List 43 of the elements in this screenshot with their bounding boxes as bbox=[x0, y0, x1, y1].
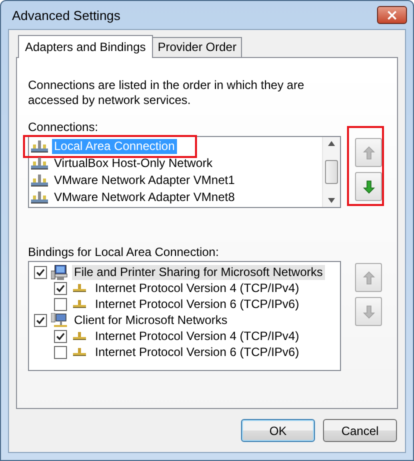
checkbox[interactable] bbox=[54, 346, 67, 358]
arrow-up-icon bbox=[362, 270, 374, 284]
protocol-icon bbox=[73, 284, 86, 292]
arrow-down-icon bbox=[362, 180, 374, 194]
binding-item[interactable]: Internet Protocol Version 4 (TCP/IPv4) bbox=[93, 280, 302, 296]
arrow-up-icon bbox=[362, 146, 374, 160]
scroll-up-icon bbox=[328, 141, 335, 146]
checkbox[interactable] bbox=[54, 298, 67, 310]
protocol-icon bbox=[73, 300, 86, 308]
checkbox[interactable] bbox=[34, 266, 47, 278]
bindings-tree[interactable] bbox=[28, 261, 341, 371]
connection-item[interactable]: VMware Network Adapter VMnet1 bbox=[52, 173, 237, 188]
connections-label: Connections: bbox=[28, 120, 98, 134]
binding-item[interactable]: Internet Protocol Version 6 (TCP/IPv6) bbox=[93, 296, 302, 312]
scroll-down-icon bbox=[328, 198, 335, 203]
computer-icon bbox=[51, 264, 68, 280]
tab[interactable]: Provider Order bbox=[152, 37, 242, 57]
scrollbar[interactable] bbox=[322, 137, 340, 207]
bindings-label: Bindings for Local Area Connection: bbox=[28, 245, 219, 259]
description-text: Connections are listed in the order in which they are accessed by network services. bbox=[28, 78, 306, 108]
ok-button[interactable]: OK bbox=[241, 419, 315, 442]
binding-item[interactable]: File and Printer Sharing for Microsoft Networks bbox=[72, 264, 325, 280]
protocol-icon bbox=[73, 348, 86, 356]
network-computer-icon bbox=[51, 312, 68, 328]
checkbox[interactable] bbox=[34, 314, 47, 326]
network-adapter-icon bbox=[31, 190, 48, 205]
scroll-thumb[interactable] bbox=[325, 160, 338, 184]
arrow-down-icon bbox=[362, 304, 374, 318]
binding-item[interactable]: Internet Protocol Version 6 (TCP/IPv6) bbox=[93, 344, 302, 360]
binding-item[interactable]: Client for Microsoft Networks bbox=[72, 312, 230, 328]
network-adapter-icon bbox=[31, 173, 48, 188]
checkbox[interactable] bbox=[54, 282, 67, 294]
connection-item[interactable]: VMware Network Adapter VMnet8 bbox=[52, 190, 237, 205]
network-adapter-icon bbox=[31, 156, 48, 171]
window-title: Advanced Settings bbox=[12, 8, 120, 22]
tab[interactable]: Adapters and Bindings bbox=[18, 35, 153, 58]
cancel-button[interactable]: Cancel bbox=[323, 419, 397, 442]
checkbox[interactable] bbox=[54, 330, 67, 342]
connection-item[interactable]: VirtualBox Host-Only Network bbox=[52, 156, 214, 171]
network-adapter-icon bbox=[31, 139, 48, 154]
binding-item[interactable]: Internet Protocol Version 4 (TCP/IPv4) bbox=[93, 328, 302, 344]
move-down-button[interactable] bbox=[355, 172, 382, 201]
protocol-icon bbox=[73, 332, 86, 340]
